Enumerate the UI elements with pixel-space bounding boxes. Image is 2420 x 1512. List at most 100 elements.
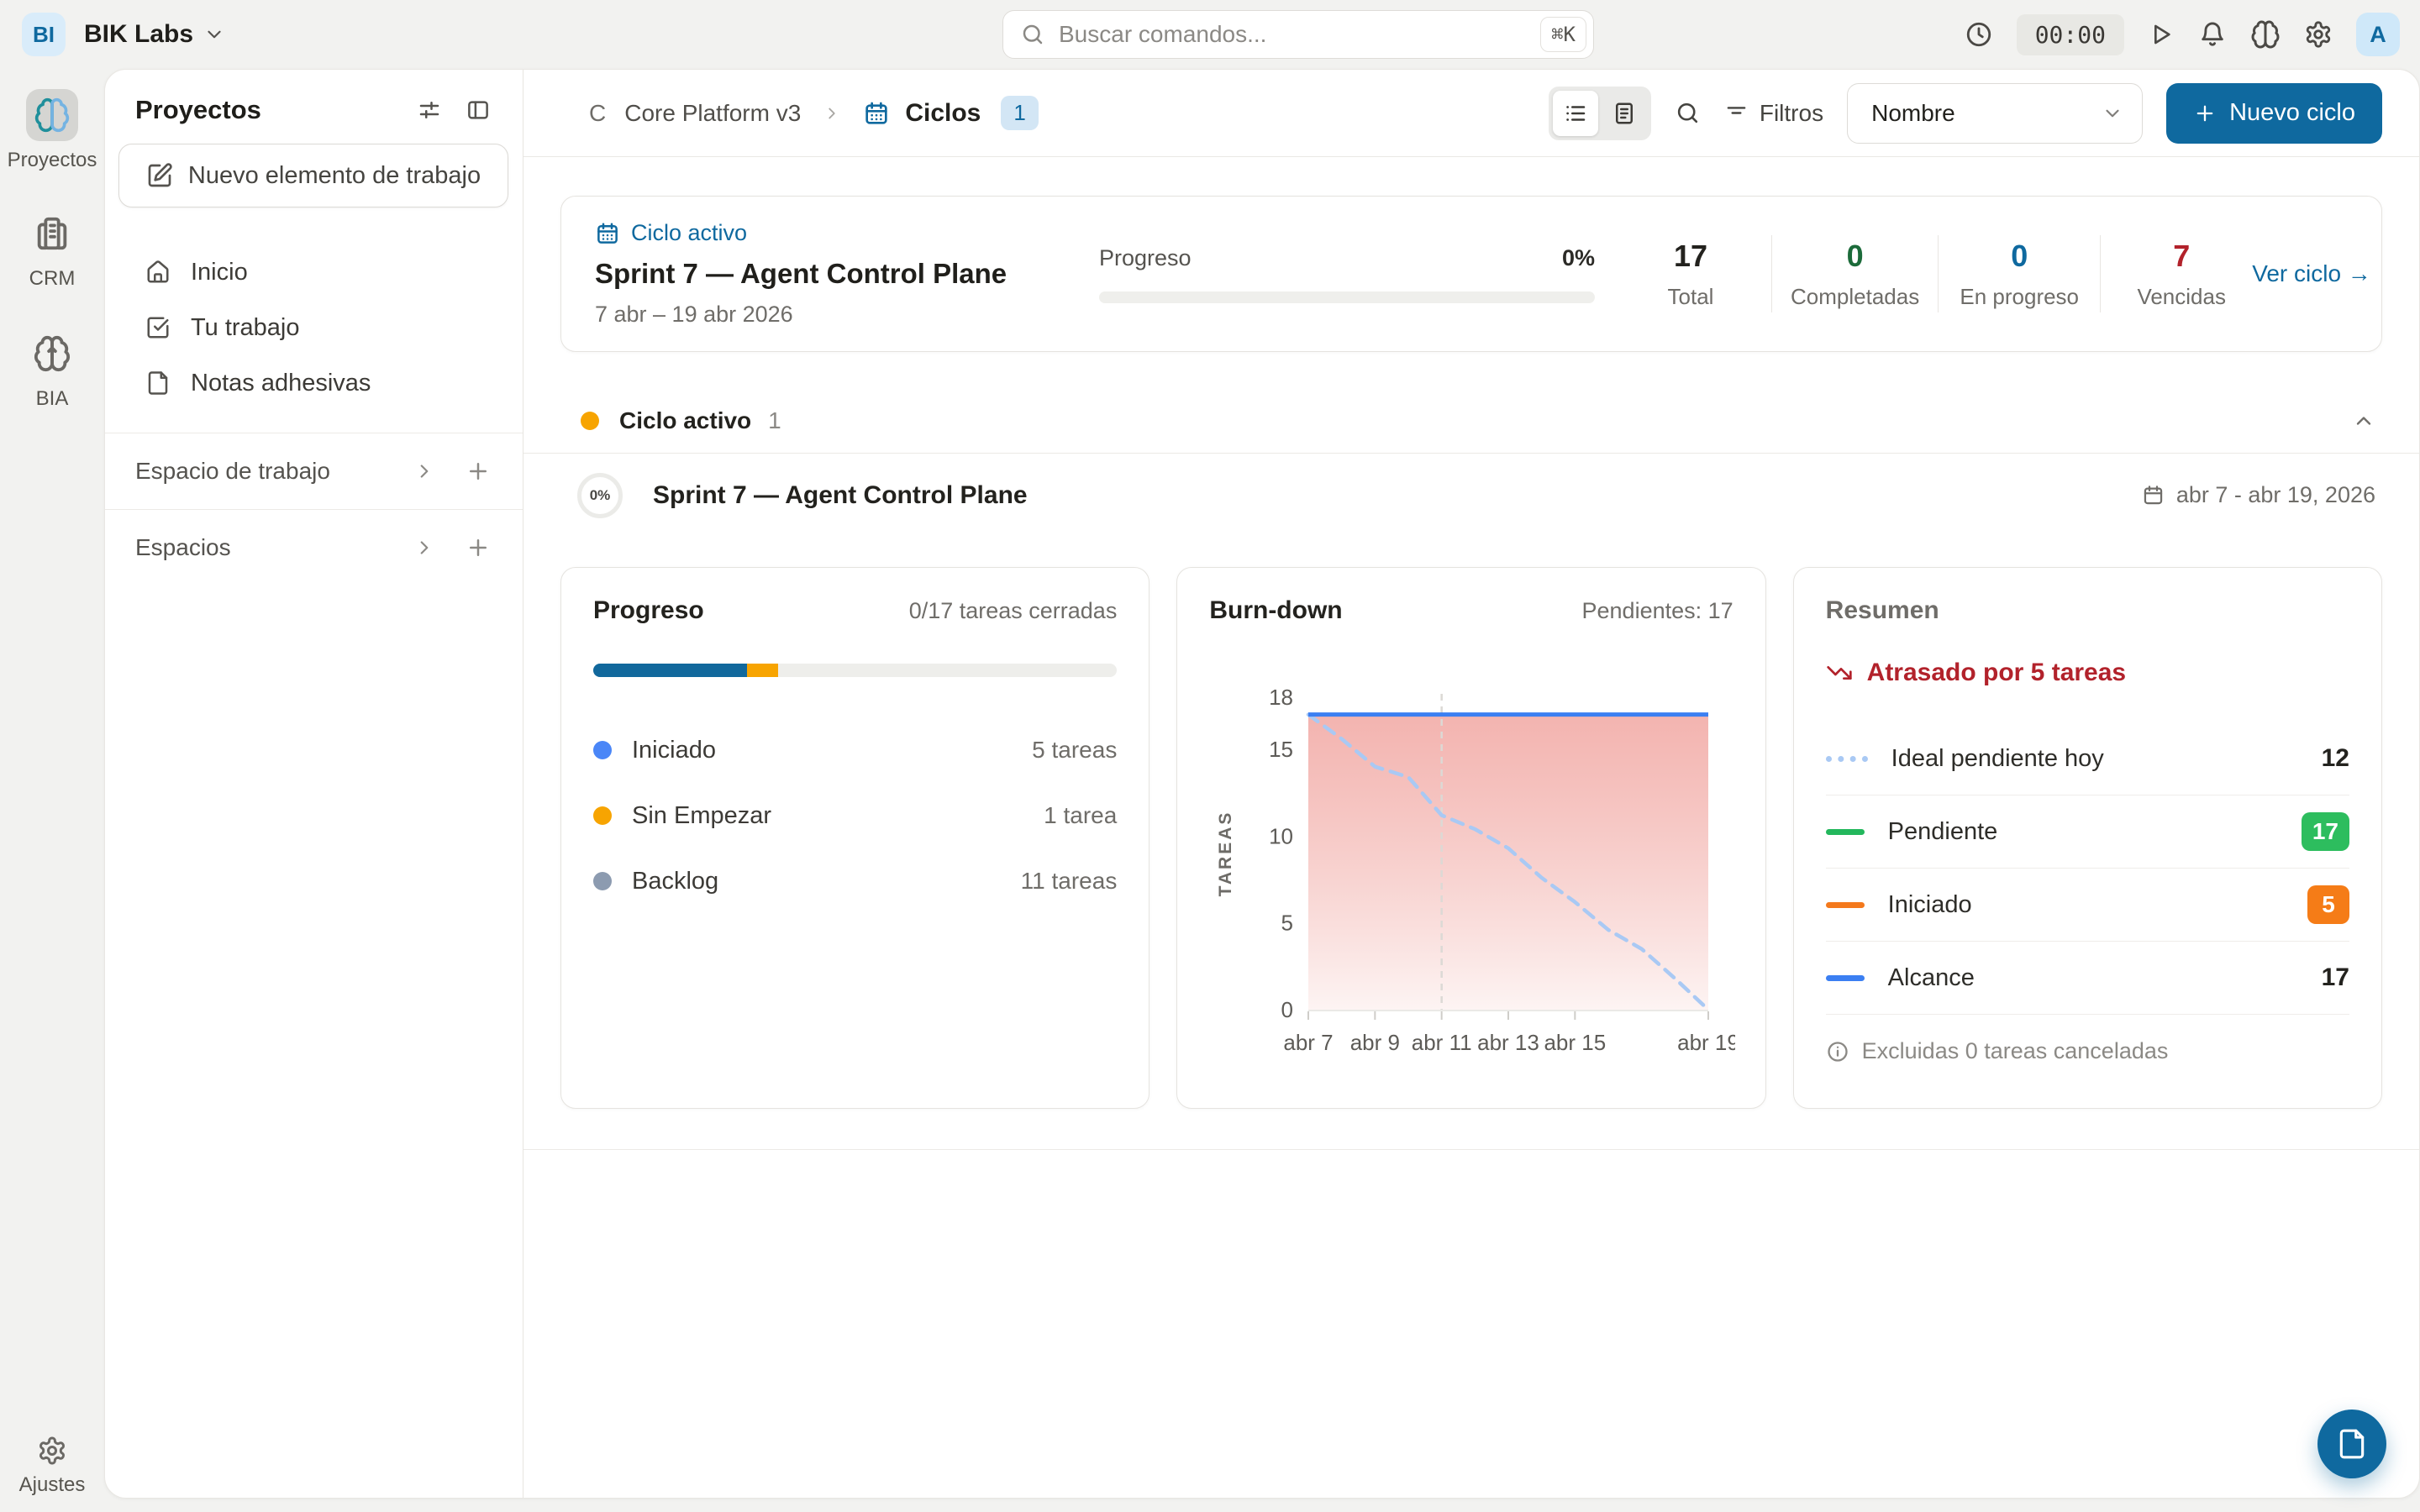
rail-item-ajustes[interactable]: Ajustes [19, 1436, 86, 1497]
legend-value: 11 tareas [1021, 868, 1118, 895]
closed-tasks-summary: 0/17 tareas cerradas [909, 598, 1118, 624]
summary-card: Resumen Atrasado por 5 tareas Ideal pend… [1793, 567, 2382, 1109]
plus-icon[interactable] [466, 459, 491, 484]
command-search[interactable]: ⌘K [1002, 10, 1594, 59]
rail-item-crm[interactable]: CRM [26, 207, 78, 291]
group-label: Ciclo activo [619, 407, 751, 434]
search-icon[interactable] [1675, 100, 1701, 126]
breadcrumb: C Core Platform v3 Ciclos 1 [589, 96, 1039, 130]
assistant-brain-icon[interactable] [2250, 19, 2281, 50]
plus-icon[interactable] [466, 535, 491, 560]
svg-text:10: 10 [1269, 823, 1293, 848]
cycle-stats: 17 Total 0 Completadas 0 En progreso [1628, 235, 2244, 312]
section-label: Espacio de trabajo [135, 458, 383, 485]
summary-value: 17 [2322, 963, 2349, 992]
page-title: Ciclos [905, 99, 981, 128]
chevron-up-icon[interactable] [2352, 409, 2375, 433]
behind-schedule-alert: Atrasado por 5 tareas [1826, 659, 2349, 687]
active-cycle-badge: Ciclo activo [631, 220, 747, 246]
summary-row: Ideal pendiente hoy 12 [1826, 722, 2349, 795]
topbar-actions: 00:00 A [1965, 0, 2400, 69]
rail-item-bia[interactable]: BIA [26, 328, 78, 411]
progress-legend: Iniciado 5 tareas Sin Empezar 1 tarea Ba… [593, 717, 1117, 914]
user-avatar[interactable]: A [2356, 13, 2400, 56]
calendar-icon [595, 221, 620, 246]
cycle-title: Sprint 7 — Agent Control Plane [595, 258, 1099, 290]
legend-dot [593, 806, 612, 825]
cycle-group-header: Ciclo activo 1 [523, 389, 2419, 453]
notifications-bell-icon[interactable] [2198, 20, 2227, 49]
rail-label: BIA [36, 387, 69, 411]
sidebar-item-notas-adhesivas[interactable]: Notas adhesivas [105, 355, 523, 411]
workspace-chevron-down-icon[interactable] [203, 24, 225, 45]
view-cycle-link[interactable]: Ver ciclo → [2252, 260, 2371, 287]
svg-text:abr 9: abr 9 [1350, 1030, 1400, 1055]
workspace-name[interactable]: BIK Labs [84, 20, 193, 49]
cycles-calendar-icon [863, 100, 890, 127]
rail-item-proyectos[interactable]: Proyectos [8, 89, 97, 172]
play-icon[interactable] [2148, 21, 2175, 48]
new-cycle-button[interactable]: Nuevo ciclo [2166, 83, 2382, 144]
legend-row: Backlog 11 tareas [593, 848, 1117, 914]
new-work-item-button[interactable]: Nuevo elemento de trabajo [118, 144, 508, 207]
sidebar-section-espacio-de-trabajo[interactable]: Espacio de trabajo [105, 433, 523, 509]
search-input[interactable] [1059, 21, 1540, 48]
sliders-icon[interactable] [417, 97, 442, 123]
legend-row: Iniciado 5 tareas [593, 717, 1117, 783]
panel-left-icon[interactable] [466, 97, 491, 123]
breadcrumb-project[interactable]: Core Platform v3 [624, 100, 801, 127]
workspace-logo[interactable]: BI [22, 13, 66, 56]
summary-label: Ideal pendiente hoy [1891, 745, 2322, 773]
sidebar-item-tu-trabajo[interactable]: Tu trabajo [105, 300, 523, 355]
timer-value: 00:00 [2017, 14, 2124, 55]
new-cycle-label: Nuevo ciclo [2229, 99, 2355, 127]
svg-text:15: 15 [1269, 737, 1293, 762]
project-initial[interactable]: C [589, 100, 606, 127]
active-cycle-card[interactable]: Ciclo activo Sprint 7 — Agent Control Pl… [560, 196, 2382, 352]
clock-icon[interactable] [1965, 20, 1993, 49]
sidebar-section-espacios[interactable]: Espacios [105, 509, 523, 585]
bia-brain-icon [26, 328, 78, 380]
sort-select[interactable]: Nombre [1847, 83, 2143, 144]
progress-bar-track [593, 664, 1117, 677]
cycle-detail-cards: Progreso 0/17 tareas cerradas Iniciado 5… [560, 567, 2382, 1109]
settings-gear-icon[interactable] [2304, 20, 2333, 49]
cycles-content: Ciclo activo Sprint 7 — Agent Control Pl… [523, 157, 2419, 1498]
cycle-row[interactable]: 0% Sprint 7 — Agent Control Plane abr 7 … [523, 453, 2419, 537]
header-controls: Filtros Nombre Nuevo ciclo [1549, 83, 2382, 144]
search-icon [1020, 22, 1045, 47]
stat-label: Total [1628, 284, 1753, 310]
summary-label: Pendiente [1888, 818, 2302, 846]
chevron-right-icon[interactable] [413, 537, 435, 559]
burndown-chart: 05101518abr 7abr 9abr 11abr 13abr 15abr … [1209, 633, 1735, 1063]
progress-percent: 0% [1562, 245, 1595, 271]
projects-sidebar: Proyectos Nuevo elemento de trabajo [105, 70, 523, 1498]
pending-line-swatch [1826, 829, 1865, 835]
sidebar-item-label: Inicio [191, 259, 248, 286]
sidebar-item-inicio[interactable]: Inicio [105, 244, 523, 300]
group-count: 1 [768, 407, 781, 434]
summary-row: Pendiente 17 [1826, 795, 2349, 869]
svg-text:abr 15: abr 15 [1544, 1030, 1607, 1055]
filter-lines-icon [1724, 101, 1749, 125]
chevron-right-icon[interactable] [413, 460, 435, 482]
detail-view-toggle[interactable] [1602, 91, 1647, 136]
summary-value: 12 [2322, 744, 2349, 773]
stat-label: Completadas [1791, 284, 1919, 310]
started-line-swatch [1826, 902, 1865, 908]
new-document-fab[interactable] [2317, 1410, 2386, 1478]
rail-label: Proyectos [8, 149, 97, 172]
filters-button[interactable]: Filtros [1724, 100, 1823, 127]
progress-segment-unstarted [747, 664, 778, 677]
alert-text: Atrasado por 5 tareas [1867, 659, 2126, 687]
info-icon [1826, 1040, 1849, 1063]
plus-icon [2193, 102, 2217, 125]
content-divider [523, 1149, 2419, 1150]
cycles-count-badge: 1 [1001, 96, 1038, 130]
list-view-toggle[interactable] [1553, 91, 1598, 136]
card-title: Progreso [593, 596, 909, 625]
summary-row: Iniciado 5 [1826, 869, 2349, 942]
active-group-dot [581, 412, 599, 430]
cycle-date-range: 7 abr – 19 abr 2026 [595, 302, 1099, 328]
legend-label: Sin Empezar [632, 802, 1044, 830]
